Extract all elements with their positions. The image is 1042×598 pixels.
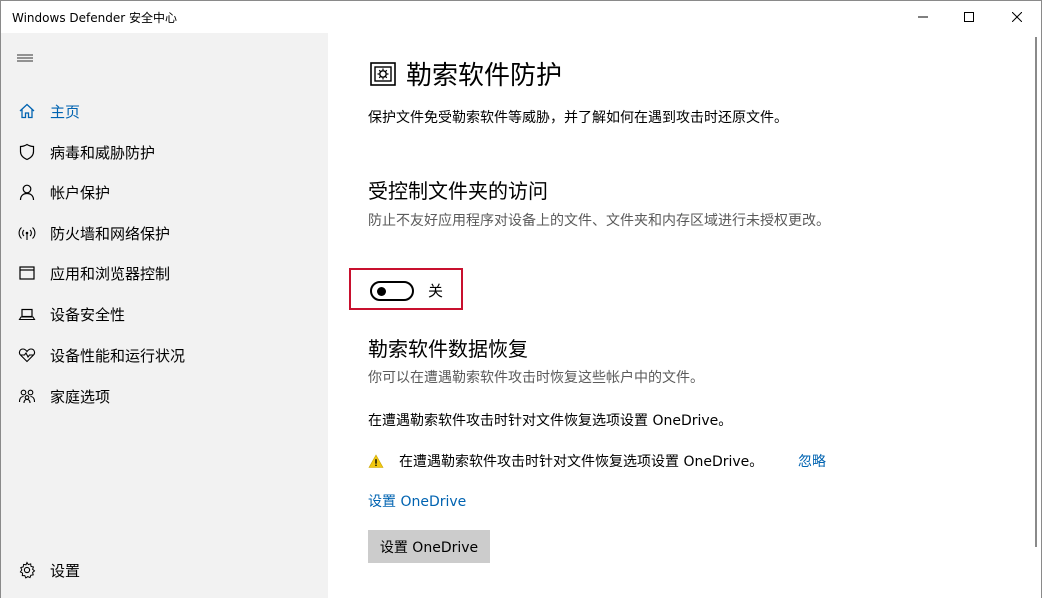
- warning-icon: [368, 454, 384, 468]
- gear-icon: [17, 560, 37, 580]
- minimize-button[interactable]: [900, 1, 946, 33]
- ransomware-protection-icon: [370, 62, 396, 86]
- window-title: Windows Defender 安全中心: [12, 11, 177, 25]
- home-icon: [17, 101, 37, 121]
- setup-onedrive-button[interactable]: 设置 OneDrive: [368, 530, 490, 563]
- toggle-state-label: 关: [428, 282, 444, 300]
- setup-onedrive-link[interactable]: 设置 OneDrive: [368, 491, 466, 511]
- toggle-knob: [377, 287, 386, 296]
- sidebar: 主页 病毒和威胁防护 帐户保护 防火墙和网络保护 应用和浏览器控制 设备安全性 …: [1, 33, 328, 598]
- sidebar-item-label: 防火墙和网络保护: [50, 224, 171, 243]
- hamburger-icon: [17, 54, 33, 62]
- sidebar-item-settings[interactable]: 设置: [1, 550, 328, 590]
- close-icon: [1012, 12, 1022, 22]
- section-title-data-recovery: 勒索软件数据恢复: [368, 337, 528, 361]
- sidebar-item-label: 帐户保护: [50, 183, 111, 202]
- family-icon: [17, 386, 37, 406]
- vertical-scrollbar[interactable]: [1031, 33, 1041, 598]
- sidebar-item-label: 设备安全性: [50, 305, 126, 324]
- hamburger-menu-button[interactable]: [17, 51, 35, 65]
- maximize-button[interactable]: [946, 1, 992, 33]
- sidebar-item-account-protection[interactable]: 帐户保护: [1, 172, 328, 212]
- sidebar-item-home[interactable]: 主页: [1, 91, 328, 131]
- sidebar-item-label: 设备性能和运行状况: [50, 346, 186, 365]
- sidebar-item-label: 主页: [50, 102, 81, 121]
- dismiss-link[interactable]: 忽略: [798, 451, 826, 471]
- page-description: 保护文件免受勒索软件等威胁，并了解如何在遇到攻击时还原文件。: [368, 110, 788, 126]
- section-description-data-recovery: 你可以在遭遇勒索软件攻击时恢复这些帐户中的文件。: [368, 370, 704, 386]
- page-title: 勒索软件防护: [406, 61, 563, 91]
- sidebar-item-virus-protection[interactable]: 病毒和威胁防护: [1, 132, 328, 172]
- title-bar[interactable]: Windows Defender 安全中心: [1, 1, 1041, 33]
- section-description-controlled-folder-access: 防止不友好应用程序对设备上的文件、文件夹和内存区域进行未授权更改。: [368, 213, 830, 229]
- onedrive-warning: 在遭遇勒索软件攻击时针对文件恢复选项设置 OneDrive。 忽略: [368, 451, 968, 471]
- sidebar-item-app-browser-control[interactable]: 应用和浏览器控制: [1, 253, 328, 293]
- sidebar-item-firewall[interactable]: 防火墙和网络保护: [1, 213, 328, 253]
- scrollbar-thumb[interactable]: [1035, 37, 1037, 547]
- sidebar-item-label: 家庭选项: [50, 387, 111, 406]
- app-window: Windows Defender 安全中心 主页 病毒和威胁防护 帐户保护 防火…: [0, 0, 1042, 598]
- browser-window-icon: [17, 263, 37, 283]
- sidebar-item-family-options[interactable]: 家庭选项: [1, 376, 328, 416]
- toggle-highlight-frame: 关: [349, 268, 463, 310]
- warning-text: 在遭遇勒索软件攻击时针对文件恢复选项设置 OneDrive。: [399, 454, 764, 470]
- minimize-icon: [918, 16, 928, 18]
- section-title-controlled-folder-access: 受控制文件夹的访问: [368, 179, 548, 203]
- shield-icon: [17, 142, 37, 162]
- onedrive-info-text: 在遭遇勒索软件攻击时针对文件恢复选项设置 OneDrive。: [368, 413, 733, 429]
- sidebar-item-label: 病毒和威胁防护: [50, 143, 156, 162]
- person-icon: [17, 182, 37, 202]
- sidebar-item-label: 应用和浏览器控制: [50, 264, 171, 283]
- controlled-folder-access-toggle[interactable]: [370, 281, 414, 301]
- sidebar-item-label: 设置: [50, 561, 81, 580]
- maximize-icon: [964, 12, 974, 22]
- laptop-icon: [17, 304, 37, 324]
- sidebar-item-device-performance[interactable]: 设备性能和运行状况: [1, 335, 328, 375]
- heart-pulse-icon: [17, 345, 37, 365]
- sidebar-item-device-security[interactable]: 设备安全性: [1, 294, 328, 334]
- main-content: 勒索软件防护 保护文件免受勒索软件等威胁，并了解如何在遇到攻击时还原文件。 受控…: [328, 33, 1031, 598]
- wireless-icon: [17, 223, 37, 243]
- close-button[interactable]: [994, 1, 1040, 33]
